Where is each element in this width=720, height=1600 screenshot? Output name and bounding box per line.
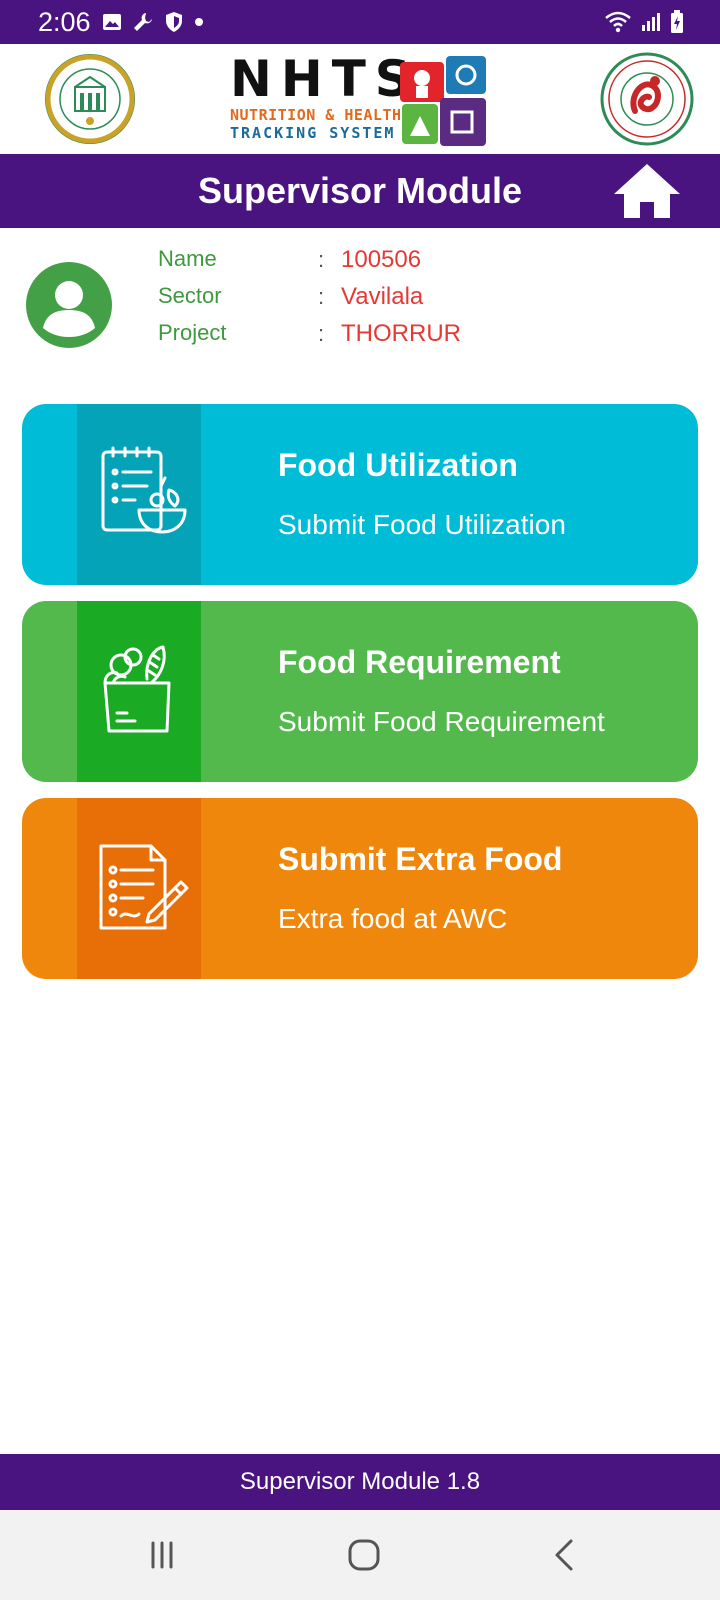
name-value: 100506: [341, 246, 422, 273]
name-colon: :: [318, 247, 325, 272]
card-title: Food Requirement: [278, 644, 561, 680]
signal-icon: [642, 13, 660, 31]
battery-charging-icon: [671, 10, 683, 33]
home-icon[interactable]: [612, 162, 682, 220]
home-nav-button[interactable]: [334, 1530, 394, 1580]
sector-colon: :: [318, 284, 325, 309]
card-subtitle: Submit Food Requirement: [278, 706, 605, 737]
avatar: [26, 262, 112, 348]
card-icon-box: [77, 404, 201, 585]
system-nav-bar: [0, 1510, 720, 1600]
shield-icon: [166, 12, 182, 32]
logo-text: NHTS: [230, 50, 420, 108]
profile-row-name: Name : 100506: [158, 244, 698, 278]
food-utilization-card[interactable]: Food Utilization Submit Food Utilization: [22, 404, 698, 585]
home-circle-icon: [348, 1539, 380, 1571]
logo-header: NHTS NUTRITION & HEALTH TRACKING SYSTEM: [0, 44, 720, 154]
telangana-seal-logo: [45, 54, 135, 144]
checklist-bowl-icon: [101, 446, 187, 534]
title-bar: Supervisor Module: [0, 154, 720, 228]
profile-section: Name : 100506 Sector : Vavilala Project …: [0, 228, 720, 368]
project-label: Project: [158, 320, 227, 345]
logo-tiles-icon: [400, 56, 486, 146]
back-icon: [555, 1539, 573, 1571]
status-bar: 2:06: [0, 0, 720, 44]
wrench-icon: [134, 13, 152, 31]
card-icon-box: [77, 798, 201, 979]
card-icon-box: [77, 601, 201, 782]
document-pen-icon: [99, 844, 189, 930]
profile-row-project: Project : THORRUR: [158, 318, 698, 352]
logo-tagline-2: TRACKING SYSTEM: [230, 124, 396, 142]
wdcw-seal-logo: [600, 52, 694, 146]
project-value: THORRUR: [341, 320, 461, 347]
status-icons-left: [102, 10, 204, 34]
sector-value: Vavilala: [341, 283, 424, 310]
recents-button[interactable]: [132, 1530, 192, 1580]
sector-label: Sector: [158, 283, 222, 308]
project-colon: :: [318, 321, 325, 346]
wifi-icon: [605, 11, 631, 33]
card-title: Submit Extra Food: [278, 841, 563, 877]
food-requirement-card[interactable]: Food Requirement Submit Food Requirement: [22, 601, 698, 782]
status-time: 2:06: [38, 7, 91, 37]
profile-row-sector: Sector : Vavilala: [158, 281, 698, 315]
card-subtitle: Submit Food Utilization: [278, 509, 566, 540]
logo-tagline-1: NUTRITION & HEALTH: [230, 106, 402, 124]
name-label: Name: [158, 246, 217, 271]
status-icons-right: [604, 9, 684, 35]
gallery-icon: [103, 14, 121, 30]
notification-dot-icon: [195, 18, 203, 26]
card-title: Food Utilization: [278, 447, 518, 483]
submit-extra-food-card[interactable]: Submit Extra Food Extra food at AWC: [22, 798, 698, 979]
back-button[interactable]: [534, 1530, 594, 1580]
recents-icon: [151, 1541, 173, 1569]
nhts-logo: NHTS NUTRITION & HEALTH TRACKING SYSTEM: [230, 52, 492, 148]
footer-bar: Supervisor Module 1.8: [0, 1454, 720, 1510]
card-subtitle: Extra food at AWC: [278, 903, 508, 934]
grocery-bag-icon: [103, 645, 171, 733]
version-label: Supervisor Module 1.8: [239, 1468, 481, 1495]
